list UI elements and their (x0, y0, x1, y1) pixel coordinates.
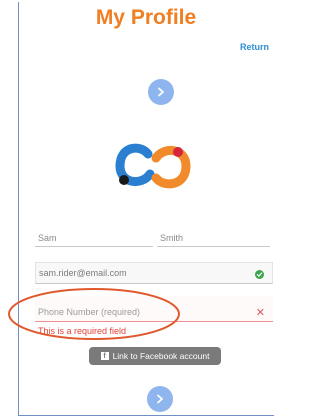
facebook-icon: f (100, 352, 109, 360)
email-field[interactable]: sam.rider@email.com (35, 262, 273, 284)
close-icon: ✕ (255, 307, 265, 319)
facebook-button-label: Link to Facebook account (112, 351, 210, 361)
highlight-annotation (8, 288, 180, 340)
app-logo (115, 143, 191, 189)
next-button-bottom[interactable] (147, 386, 173, 412)
chevron-right-icon (157, 394, 163, 404)
chevron-right-icon (158, 87, 164, 97)
return-link[interactable]: Return (240, 42, 269, 52)
facebook-link-button[interactable]: f Link to Facebook account (89, 347, 221, 365)
page-title: My Profile (95, 6, 197, 29)
last-name-value: Smith (160, 233, 184, 243)
last-name-field[interactable]: Smith (157, 223, 270, 247)
email-value: sam.rider@email.com (39, 268, 127, 278)
check-icon (255, 270, 264, 279)
first-name-value: Sam (38, 233, 57, 243)
first-name-field[interactable]: Sam (35, 223, 153, 247)
next-button-top[interactable] (148, 79, 174, 105)
